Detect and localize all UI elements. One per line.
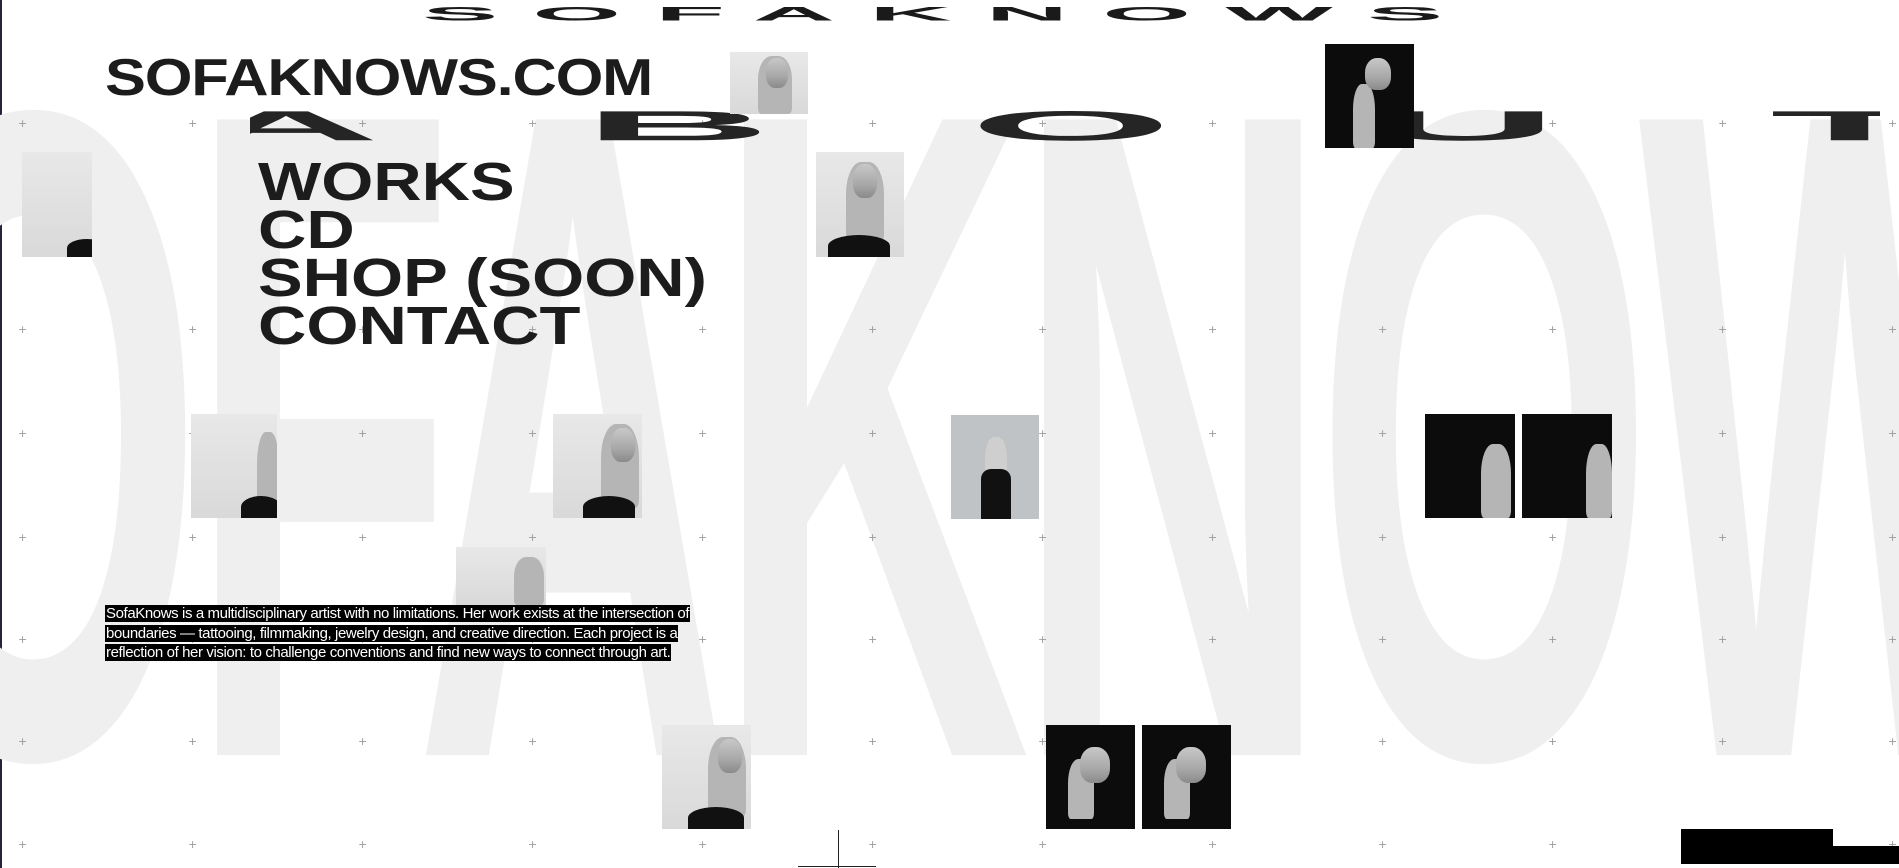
plus-icon: + (188, 117, 198, 130)
plus-icon: + (1718, 323, 1728, 336)
bottom-black-tab[interactable] (1681, 829, 1833, 864)
plus-icon: + (1378, 735, 1388, 748)
plus-icon: + (1548, 633, 1558, 646)
plus-icon: + (18, 323, 28, 336)
plus-icon: + (1378, 427, 1388, 440)
plus-icon: + (188, 531, 198, 544)
plus-icon: + (868, 838, 878, 851)
artist-bio-text: SofaKnows is a multidisciplinary artist … (105, 605, 691, 661)
portrait-photo-dark (1522, 414, 1612, 518)
plus-icon: + (18, 531, 28, 544)
portrait-photo (456, 547, 546, 605)
plus-icon: + (868, 427, 878, 440)
plus-icon: + (358, 838, 368, 851)
plus-icon: + (358, 427, 368, 440)
left-edge-rule (0, 0, 2, 868)
plus-icon: + (528, 735, 538, 748)
plus-icon: + (1378, 838, 1388, 851)
plus-icon: + (528, 531, 538, 544)
plus-icon: + (18, 735, 28, 748)
plus-icon: + (1888, 735, 1898, 748)
plus-icon: + (1038, 838, 1048, 851)
plus-icon: + (1378, 531, 1388, 544)
nav-item-cd[interactable]: CD (258, 203, 707, 257)
plus-icon: + (1208, 531, 1218, 544)
about-letter: O (969, 102, 1172, 150)
plus-icon: + (698, 427, 708, 440)
portrait-photo (191, 414, 277, 518)
nav-item-shop[interactable]: SHOP (SOON) (258, 251, 707, 305)
plus-icon: + (1548, 838, 1558, 851)
nav-item-contact[interactable]: CONTACT (258, 299, 707, 353)
top-marquee: SOFAKNOWS (0, 4, 1899, 44)
portrait-photo (22, 152, 92, 257)
plus-icon: + (1208, 838, 1218, 851)
artist-bio: SofaKnows is a multidisciplinary artist … (105, 604, 725, 663)
plus-icon: + (1888, 117, 1898, 130)
plus-icon: + (868, 633, 878, 646)
plus-icon: + (358, 735, 368, 748)
plus-icon: + (1548, 735, 1558, 748)
plus-icon: + (188, 838, 198, 851)
bottom-black-tab-extension (1830, 846, 1899, 864)
crosshair-horizontal-line (798, 866, 876, 867)
plus-icon: + (1888, 323, 1898, 336)
plus-icon: + (1888, 633, 1898, 646)
about-letter: A (250, 105, 380, 147)
plus-icon: + (1888, 531, 1898, 544)
plus-icon: + (1548, 323, 1558, 336)
plus-icon: + (1378, 633, 1388, 646)
plus-icon: + (868, 735, 878, 748)
plus-icon: + (358, 531, 368, 544)
plus-icon: + (1888, 427, 1898, 440)
plus-icon: + (528, 427, 538, 440)
plus-icon: + (1038, 427, 1048, 440)
portrait-photo-dark (1425, 414, 1515, 518)
portrait-photo (730, 52, 808, 114)
plus-icon: + (1718, 531, 1728, 544)
portrait-photo (553, 414, 642, 518)
plus-icon: + (1718, 633, 1728, 646)
main-nav: WORKS CD SHOP (SOON) CONTACT (258, 155, 707, 353)
plus-icon: + (1548, 531, 1558, 544)
plus-icon: + (698, 531, 708, 544)
plus-icon: + (1208, 427, 1218, 440)
plus-icon: + (1208, 323, 1218, 336)
plus-icon: + (188, 735, 198, 748)
plus-icon: + (528, 838, 538, 851)
crosshair-vertical-line (838, 830, 839, 868)
portrait-photo-dark (1046, 725, 1135, 829)
plus-icon: + (1038, 633, 1048, 646)
plus-icon: + (1718, 427, 1728, 440)
portrait-photo-dark (1325, 44, 1414, 148)
plus-icon: + (18, 427, 28, 440)
plus-icon: + (1038, 531, 1048, 544)
plus-icon: + (18, 117, 28, 130)
plus-icon: + (18, 838, 28, 851)
plus-icon: + (188, 323, 198, 336)
plus-icon: + (1718, 735, 1728, 748)
portrait-photo (662, 725, 751, 829)
plus-icon: + (1378, 323, 1388, 336)
plus-icon: + (1208, 633, 1218, 646)
portrait-photo (816, 152, 904, 257)
plus-icon: + (698, 838, 708, 851)
plus-icon: + (18, 633, 28, 646)
plus-icon: + (868, 323, 878, 336)
plus-icon: + (868, 531, 878, 544)
nav-item-works[interactable]: WORKS (258, 155, 707, 209)
top-marquee-text: SOFAKNOWS (421, 4, 1478, 25)
site-logo-link[interactable]: SOFAKNOWS.COM (105, 52, 653, 104)
about-letter: T (1770, 105, 1880, 147)
portrait-photo (951, 415, 1039, 519)
portrait-photo-dark (1142, 725, 1231, 829)
plus-icon: + (1038, 323, 1048, 336)
